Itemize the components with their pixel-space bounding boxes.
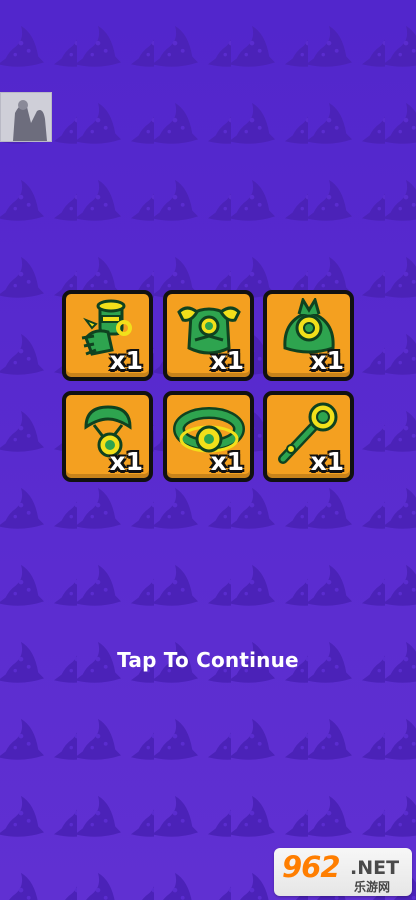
watermark-domain: .NET: [350, 857, 400, 879]
quantity-label: x1: [310, 346, 344, 375]
rewards-grid: x1 x1 x1 x1 x1 x1: [62, 290, 354, 484]
thumbnail-image: [0, 92, 52, 142]
reward-card-amulet[interactable]: x1: [62, 391, 153, 482]
quantity-label: x1: [210, 447, 244, 476]
reward-card-staff[interactable]: x1: [263, 391, 354, 482]
tap-to-continue-prompt[interactable]: Tap To Continue: [0, 648, 416, 672]
watermark-logo: 962 .NET 乐游网: [274, 848, 412, 896]
quantity-label: x1: [109, 447, 143, 476]
quantity-label: x1: [109, 346, 143, 375]
reward-card-gauntlet[interactable]: x1: [62, 290, 153, 381]
watermark-number: 962: [282, 850, 341, 884]
reward-card-chest-armor[interactable]: x1: [163, 290, 254, 381]
reward-card-belt[interactable]: x1: [163, 391, 254, 482]
quantity-label: x1: [210, 346, 244, 375]
watermark-subtitle: 乐游网: [354, 880, 391, 894]
quantity-label: x1: [310, 447, 344, 476]
reward-card-helmet[interactable]: x1: [263, 290, 354, 381]
